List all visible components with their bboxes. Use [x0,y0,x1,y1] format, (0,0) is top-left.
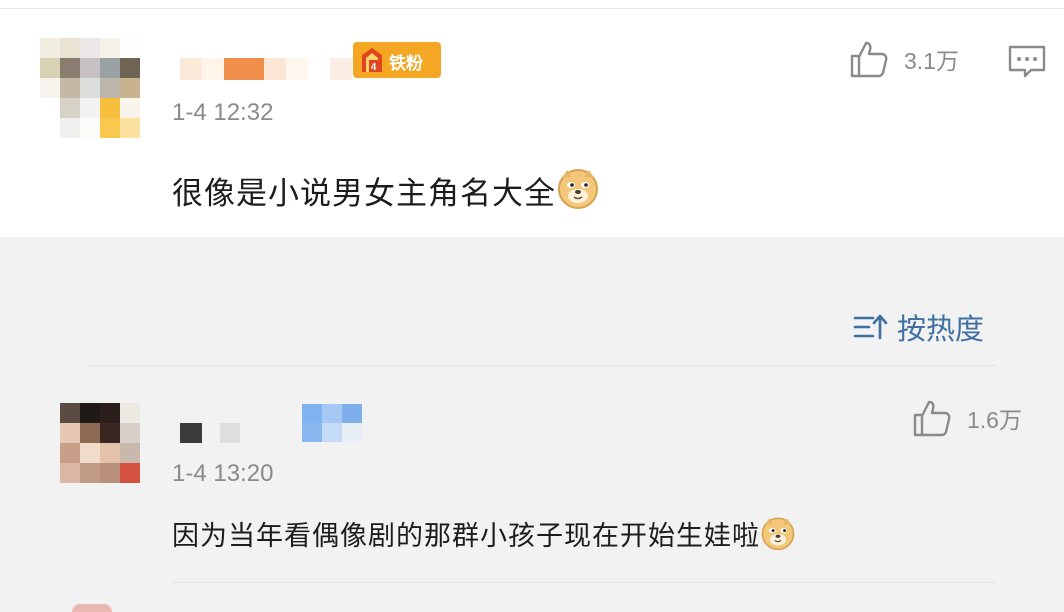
main-comment-card: 4 铁粉 1-4 12:32 很像是小说男女主角名大全 3.1万 [0,0,1064,237]
fan-badge-label: 铁粉 [389,54,423,74]
reply-divider [172,582,996,583]
reply-like-count: 1.6万 [967,407,1022,433]
fan-medal-icon: 4 [362,48,382,73]
doge-emoji-icon [558,169,598,209]
fan-badge: 4 铁粉 [353,42,441,78]
doge-emoji-icon [761,517,795,551]
sort-by-hot-button[interactable]: 按热度 [853,306,984,348]
comment-time: 1-4 12:32 [172,99,274,126]
like-count: 3.1万 [904,48,959,74]
avatar[interactable] [40,38,140,138]
sort-icon [853,314,888,340]
next-avatar-partial [72,604,112,612]
reply-text-body: 因为当年看偶像剧的那群小孩子现在开始生娃啦 [172,521,760,552]
reply-username-redacted[interactable] [180,423,240,443]
reply-badge-redacted [302,404,362,442]
reply-time: 1-4 13:20 [172,460,274,487]
sort-divider [86,365,996,366]
reply-like-button[interactable]: 1.6万 [911,397,1022,439]
comment-text: 很像是小说男女主角名大全 [172,166,600,213]
thumbs-up-icon [913,400,951,437]
reply-avatar[interactable] [60,403,140,483]
comment-icon[interactable] [1007,44,1047,80]
sort-label: 按热度 [897,312,985,346]
top-divider [0,8,1064,9]
reply-text: 因为当年看偶像剧的那群小孩子现在开始生娃啦 [172,514,796,553]
thumbs-up-icon [850,41,888,78]
comment-text-body: 很像是小说男女主角名大全 [172,176,556,212]
username-redacted[interactable] [180,58,352,80]
like-button[interactable]: 3.1万 [848,38,959,80]
badge-level: 4 [371,62,377,73]
